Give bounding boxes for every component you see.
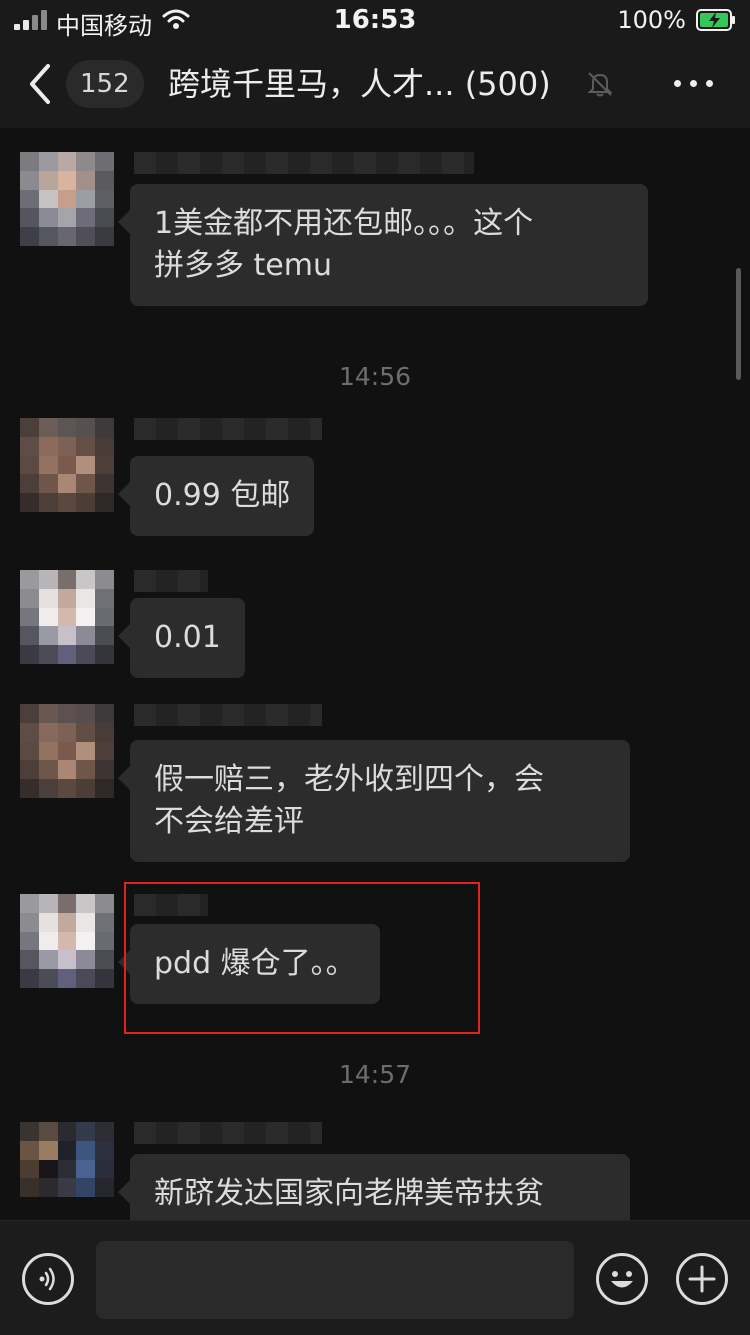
status-bar: 中国移动 16:53 100%	[0, 0, 750, 40]
sender-name-redacted	[134, 152, 474, 174]
timestamp: 14:56	[338, 362, 412, 391]
mute-bell-icon	[587, 72, 613, 97]
chat-header: 152 跨境千里马，人才... (500)	[0, 40, 750, 128]
group-title: 跨境千里马，人才... (500)	[168, 65, 551, 103]
back-arrow-icon[interactable]	[22, 60, 58, 108]
avatar[interactable]	[20, 894, 114, 988]
battery-charging-icon	[696, 9, 735, 31]
message-text: 1美金都不用还包邮。。。这个	[154, 206, 534, 241]
red-highlight-box	[124, 882, 480, 1034]
message-text: 拼多多 temu	[154, 248, 332, 283]
message-text: 0.01	[154, 620, 221, 655]
emoji-icon[interactable]	[596, 1253, 648, 1305]
timestamp: 14:57	[338, 1060, 412, 1089]
sender-name-redacted	[134, 418, 322, 440]
message-bubble[interactable]: 0.99 包邮	[117, 456, 315, 536]
avatar[interactable]	[20, 704, 114, 798]
message-text: 假一赔三，老外收到四个，会	[154, 762, 544, 797]
input-bar	[0, 1220, 750, 1335]
message-bubble[interactable]: 假一赔三，老外收到四个，会 不会给差评	[118, 740, 630, 862]
message-input[interactable]	[96, 1241, 574, 1319]
unread-count-badge[interactable]: 152	[66, 60, 144, 108]
avatar[interactable]	[20, 152, 114, 246]
sender-name-redacted	[134, 1122, 322, 1144]
message-list[interactable]: 1美金都不用还包邮。。。这个 拼多多 temu 14:56 0.99 包邮 0.…	[0, 128, 750, 1220]
sender-name-redacted	[134, 704, 322, 726]
plus-icon[interactable]	[676, 1253, 728, 1305]
voice-icon[interactable]	[22, 1253, 74, 1305]
message-bubble[interactable]: 1美金都不用还包邮。。。这个 拼多多 temu	[118, 184, 648, 306]
message-text: 0.99 包邮	[154, 478, 291, 513]
sender-name-redacted	[134, 570, 208, 592]
message-bubble[interactable]: 0.01	[118, 598, 245, 678]
avatar[interactable]	[20, 418, 114, 512]
message-bubble[interactable]: 新跻发达国家向老牌美帝扶贫	[118, 1154, 630, 1220]
message-text: 新跻发达国家向老牌美帝扶贫	[154, 1176, 544, 1211]
avatar[interactable]	[20, 570, 114, 664]
message-text: 不会给差评	[154, 804, 304, 839]
more-dots-icon[interactable]	[664, 68, 724, 100]
battery-percent: 100%	[617, 6, 686, 34]
avatar[interactable]	[20, 1122, 114, 1216]
